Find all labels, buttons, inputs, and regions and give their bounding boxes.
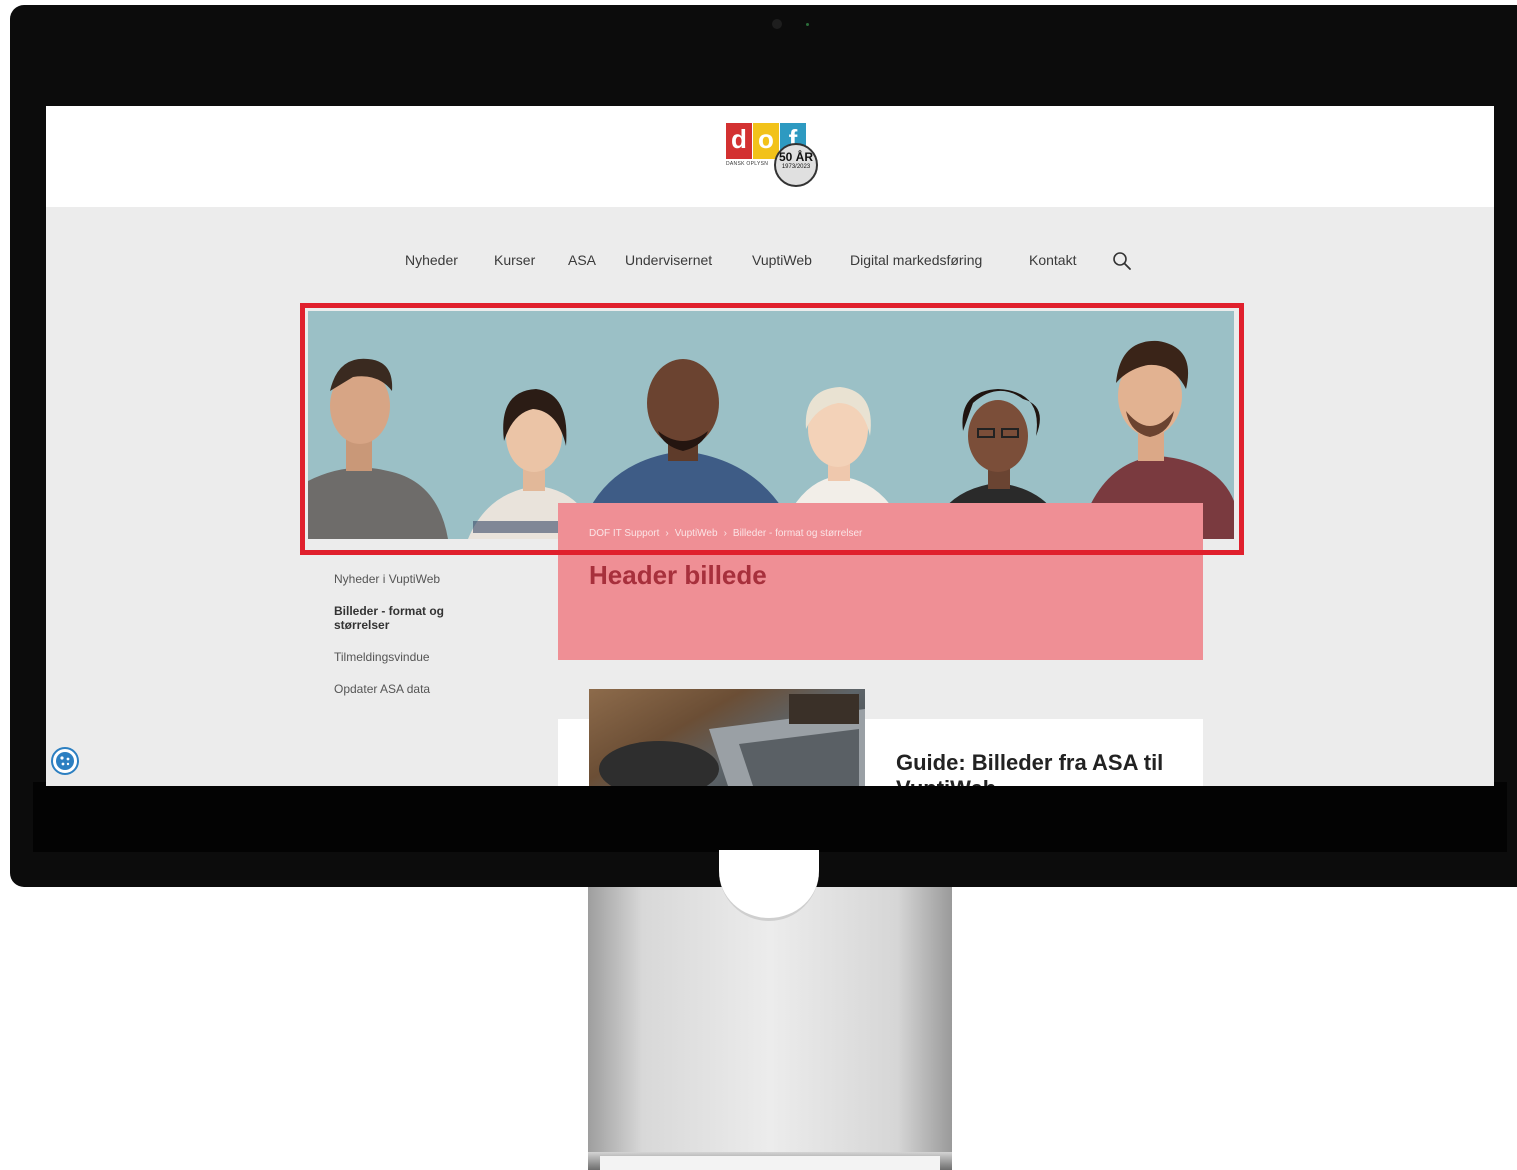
monitor-chin — [33, 782, 1507, 852]
sidebar-menu: Nyheder i VuptiWeb Billeder - format og … — [334, 572, 534, 714]
monitor-stand — [588, 887, 952, 1170]
main-nav: Nyheder Kurser ASA Undervisernet VuptiWe… — [46, 250, 1494, 274]
sidebar-item-nyheder-i-vuptiweb[interactable]: Nyheder i VuptiWeb — [334, 572, 534, 586]
badge-years-text: 1973/2023 — [781, 164, 811, 170]
page-title: Header billede — [589, 560, 767, 590]
nav-item-kurser[interactable]: Kurser — [494, 250, 535, 270]
browser-viewport: d o f DANSK OPLYSN 50 ÅR 1973/2023 Nyhed… — [46, 106, 1494, 786]
camera — [772, 19, 782, 29]
badge-main-text: 50 ÅR — [778, 150, 813, 164]
logo-org-text: DANSK OPLYSN — [726, 161, 769, 167]
nav-item-vuptiweb[interactable]: VuptiWeb — [752, 250, 812, 270]
nav-item-digital-markedsforing[interactable]: Digital markedsføring — [850, 250, 982, 270]
nav-item-nyheder[interactable]: Nyheder — [405, 250, 458, 270]
nav-item-asa[interactable]: ASA — [568, 250, 596, 270]
laptop-image — [589, 689, 865, 786]
highlight-box — [300, 303, 1244, 555]
sidebar-item-billeder-format[interactable]: Billeder - format og størrelser — [334, 604, 474, 632]
logo-letter-d: d — [726, 123, 752, 159]
sidebar-item-opdater-asa-data[interactable]: Opdater ASA data — [334, 682, 534, 696]
laptop-photo — [599, 694, 865, 786]
nav-item-kontakt[interactable]: Kontakt — [1029, 250, 1076, 270]
sidebar-item-tilmeldingsvindue[interactable]: Tilmeldingsvindue — [334, 650, 534, 664]
cookie-icon — [56, 752, 74, 770]
guide-card-title[interactable]: Guide: Billeder fra ASA til VuptiWeb — [896, 750, 1186, 786]
search-icon[interactable] — [1112, 251, 1132, 271]
camera-led — [806, 23, 809, 26]
site-header: d o f DANSK OPLYSN 50 ÅR 1973/2023 — [46, 106, 1494, 207]
anniversary-badge: 50 ÅR 1973/2023 — [774, 143, 818, 187]
cookie-settings-button[interactable] — [51, 747, 79, 775]
nav-item-undervisernet[interactable]: Undervisernet — [625, 250, 712, 270]
site-logo[interactable]: d o f DANSK OPLYSN 50 ÅR 1973/2023 — [726, 121, 818, 191]
stand-base-inner — [600, 1156, 940, 1170]
